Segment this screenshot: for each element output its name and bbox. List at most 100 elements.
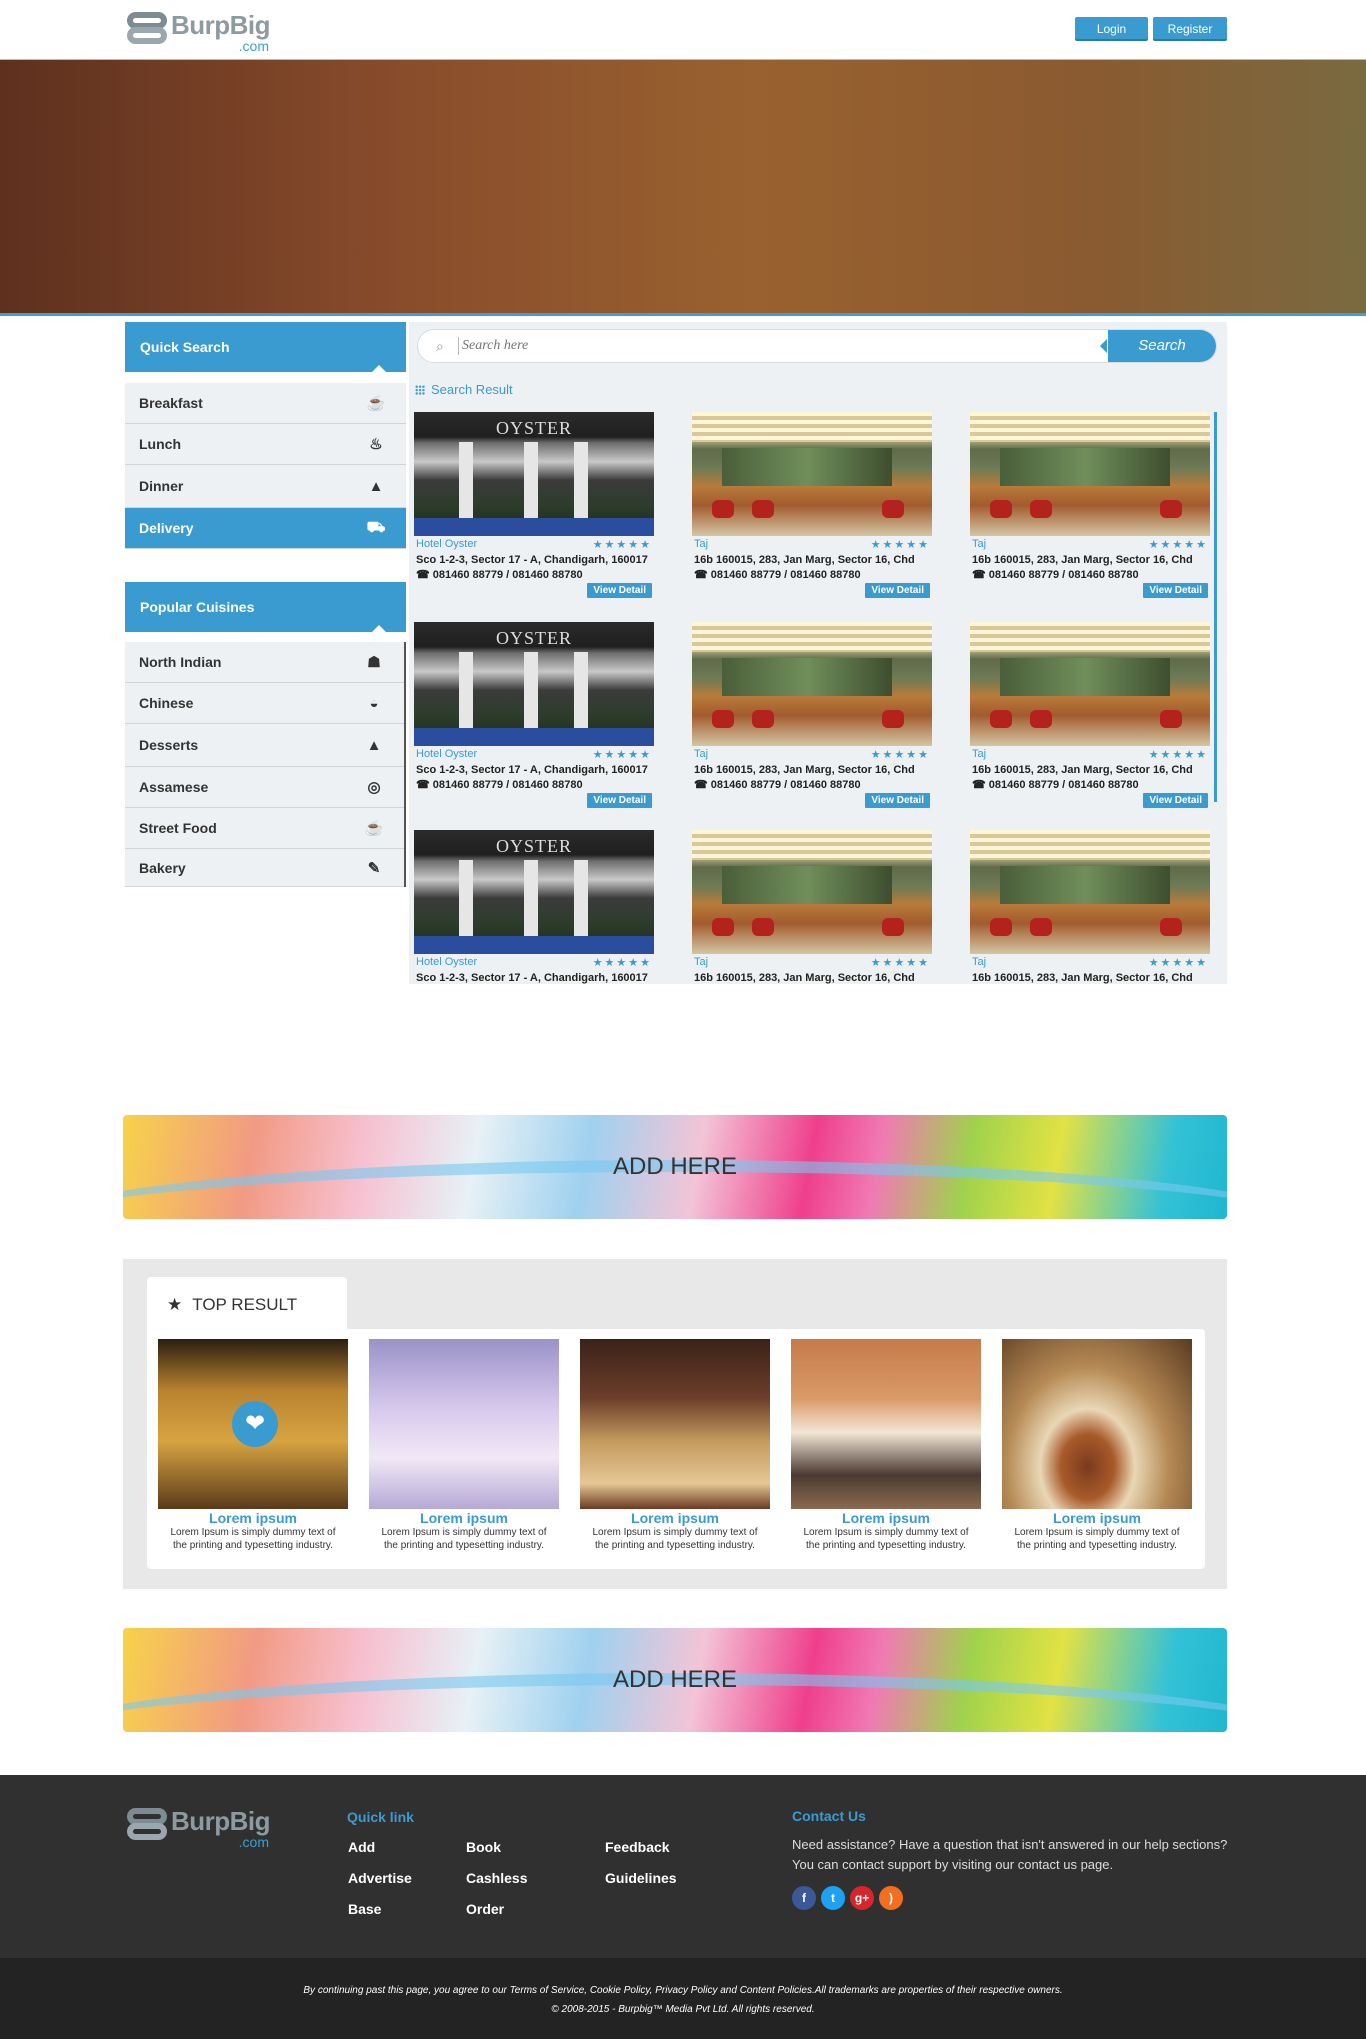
- top-result-card[interactable]: Lorem ipsum Lorem Ipsum is simply dummy …: [1002, 1339, 1192, 1552]
- footer-link-book[interactable]: Book: [466, 1839, 501, 1855]
- twitter-icon[interactable]: t: [821, 1886, 845, 1910]
- view-detail-button[interactable]: View Detail: [587, 583, 652, 598]
- footer-link-guidelines[interactable]: Guidelines: [605, 1870, 677, 1886]
- quick-search-breakfast[interactable]: Breakfast ☕: [125, 383, 406, 424]
- footer-link-advertise[interactable]: Advertise: [348, 1870, 412, 1886]
- copyright-bar: By continuing past this page, you agree …: [0, 1958, 1366, 2039]
- rating-stars: ★★★★★: [592, 957, 652, 969]
- result-name[interactable]: Taj: [972, 748, 986, 761]
- result-phone: ☎ 081460 88779 / 081460 88780: [972, 569, 1139, 581]
- bread-icon: ✎: [367, 859, 381, 877]
- quick-search-lunch[interactable]: Lunch ♨: [125, 424, 406, 465]
- bowl-icon: ◒: [369, 694, 379, 712]
- rating-stars: ★★★★★: [592, 539, 652, 551]
- view-detail-button[interactable]: View Detail: [865, 583, 930, 598]
- result-name[interactable]: Hotel Oyster: [416, 956, 477, 969]
- result-address: 16b 160015, 283, Jan Marg, Sector 16, Ch…: [694, 554, 915, 566]
- result-address: 16b 160015, 283, Jan Marg, Sector 16, Ch…: [972, 764, 1193, 776]
- ad-banner-1[interactable]: ADD HERE: [123, 1115, 1227, 1219]
- footer-link-add[interactable]: Add: [348, 1839, 375, 1855]
- result-phone: ☎ 081460 88779 / 081460 88780: [416, 779, 583, 791]
- quick-search-delivery[interactable]: Delivery ⛟: [125, 508, 406, 549]
- result-card[interactable]: Taj ★★★★★ 16b 160015, 283, Jan Marg, Secto…: [692, 412, 932, 612]
- result-card[interactable]: OYSTER Hotel Oyster ★★★★★ Sco 1-2-3, Sector…: [414, 830, 654, 984]
- footer-link-cashless[interactable]: Cashless: [466, 1870, 527, 1886]
- top-result-card[interactable]: Lorem ipsum Lorem Ipsum is simply dummy …: [369, 1339, 559, 1552]
- phone-icon: ☎: [972, 779, 989, 791]
- taj-restaurant-image: [970, 622, 1210, 746]
- quick-search-dinner[interactable]: Dinner ▲: [125, 465, 406, 508]
- ad-text: ADD HERE: [612, 1153, 738, 1180]
- result-name[interactable]: Hotel Oyster: [416, 748, 477, 761]
- result-card[interactable]: OYSTER Hotel Oyster ★★★★★ Sco 1-2-3, Sector…: [414, 622, 654, 822]
- ad-banner-2[interactable]: ADD HERE: [123, 1628, 1227, 1732]
- footer-link-order[interactable]: Order: [466, 1901, 504, 1917]
- popular-cuisines-header: Popular Cuisines: [125, 582, 406, 632]
- search-results-panel: ⌕ Search Search Result OYSTER Hotel Oyste…: [409, 322, 1227, 984]
- heart-icon[interactable]: ❤: [232, 1401, 278, 1447]
- taj-restaurant-image: [692, 830, 932, 954]
- logo[interactable]: BurpBig .com: [125, 12, 271, 54]
- result-name[interactable]: Hotel Oyster: [416, 538, 477, 551]
- result-name[interactable]: Taj: [694, 956, 708, 969]
- result-name[interactable]: Taj: [694, 538, 708, 551]
- result-name[interactable]: Taj: [972, 538, 986, 551]
- result-name[interactable]: Taj: [694, 748, 708, 761]
- search-input[interactable]: [462, 336, 1062, 356]
- hero-banner: [0, 60, 1366, 316]
- result-card[interactable]: Taj ★★★★★ 16b 160015, 283, Jan Marg, Secto…: [692, 622, 932, 822]
- top-result-card[interactable]: ❤ Lorem ipsum Lorem Ipsum is simply dumm…: [158, 1339, 348, 1552]
- result-card[interactable]: Taj ★★★★★ 16b 160015, 283, Jan Marg, Secto…: [692, 830, 932, 984]
- search-bar: ⌕ Search: [417, 329, 1217, 363]
- result-card[interactable]: Taj ★★★★★ 16b 160015, 283, Jan Marg, Secto…: [970, 412, 1210, 612]
- view-detail-button[interactable]: View Detail: [1143, 583, 1208, 598]
- footer-link-feedback[interactable]: Feedback: [605, 1839, 670, 1855]
- view-detail-button[interactable]: View Detail: [1143, 793, 1208, 808]
- legal-text: By continuing past this page, you agree …: [303, 1985, 1063, 1996]
- rating-stars: ★★★★★: [870, 957, 930, 969]
- quick-search-list: Breakfast ☕ Lunch ♨ Dinner ▲ Delivery ⛟: [125, 383, 406, 549]
- lobby-image: [369, 1339, 559, 1509]
- google-plus-icon[interactable]: g+: [850, 1886, 874, 1910]
- register-button[interactable]: Register: [1153, 17, 1227, 41]
- search-button[interactable]: Search: [1100, 330, 1216, 362]
- ad-text: ADD HERE: [612, 1666, 738, 1693]
- cake-icon: ♨: [369, 436, 383, 453]
- top-result-body: ❤ Lorem ipsum Lorem Ipsum is simply dumm…: [147, 1329, 1205, 1569]
- result-card[interactable]: OYSTER Hotel Oyster ★★★★★ Sco 1-2-3, Sector…: [414, 412, 654, 612]
- cuisine-bakery[interactable]: Bakery ✎: [125, 849, 404, 887]
- view-detail-button[interactable]: View Detail: [587, 793, 652, 808]
- facebook-icon[interactable]: f: [792, 1886, 816, 1910]
- cuisine-assamese[interactable]: Assamese ◎: [125, 767, 404, 808]
- phone-icon: ☎: [416, 779, 433, 791]
- star-icon: ★: [167, 1295, 183, 1314]
- footer-link-base[interactable]: Base: [348, 1901, 381, 1917]
- top-result-card[interactable]: Lorem ipsum Lorem Ipsum is simply dummy …: [580, 1339, 770, 1552]
- result-address: 16b 160015, 283, Jan Marg, Sector 16, Ch…: [972, 554, 1193, 566]
- login-button[interactable]: Login: [1075, 17, 1148, 41]
- rating-stars: ★★★★★: [1148, 539, 1208, 551]
- cloche-icon: ▲: [368, 477, 384, 495]
- cuisine-desserts[interactable]: Desserts ▲: [125, 724, 404, 767]
- quick-link-title: Quick link: [347, 1809, 414, 1825]
- cuisine-chinese[interactable]: Chinese ◒: [125, 683, 404, 724]
- top-result-card[interactable]: Lorem ipsum Lorem Ipsum is simply dummy …: [791, 1339, 981, 1552]
- taj-restaurant-image: [692, 622, 932, 746]
- oyster-sign-image: OYSTER: [495, 836, 572, 856]
- cuisine-north-indian[interactable]: North Indian ☗: [125, 642, 404, 683]
- result-card[interactable]: Taj ★★★★★ 16b 160015, 283, Jan Marg, Secto…: [970, 830, 1210, 984]
- footer-logo[interactable]: BurpBig .com: [125, 1808, 271, 1850]
- quick-search-header: Quick Search: [125, 322, 406, 372]
- site-footer: BurpBig .com Quick link Add Book Feedbac…: [0, 1775, 1366, 1958]
- plate-icon: ◎: [367, 779, 381, 796]
- results-scrollbar[interactable]: [1214, 412, 1217, 802]
- result-name[interactable]: Taj: [972, 956, 986, 969]
- cuisine-street-food[interactable]: Street Food ☕: [125, 808, 404, 849]
- view-detail-button[interactable]: View Detail: [865, 793, 930, 808]
- result-card[interactable]: Taj ★★★★★ 16b 160015, 283, Jan Marg, Secto…: [970, 622, 1210, 822]
- rating-stars: ★★★★★: [870, 539, 930, 551]
- taj-restaurant-image: [970, 412, 1210, 536]
- contact-title: Contact Us: [792, 1808, 866, 1824]
- phone-icon: ☎: [416, 569, 433, 581]
- rss-icon[interactable]: ): [879, 1886, 903, 1910]
